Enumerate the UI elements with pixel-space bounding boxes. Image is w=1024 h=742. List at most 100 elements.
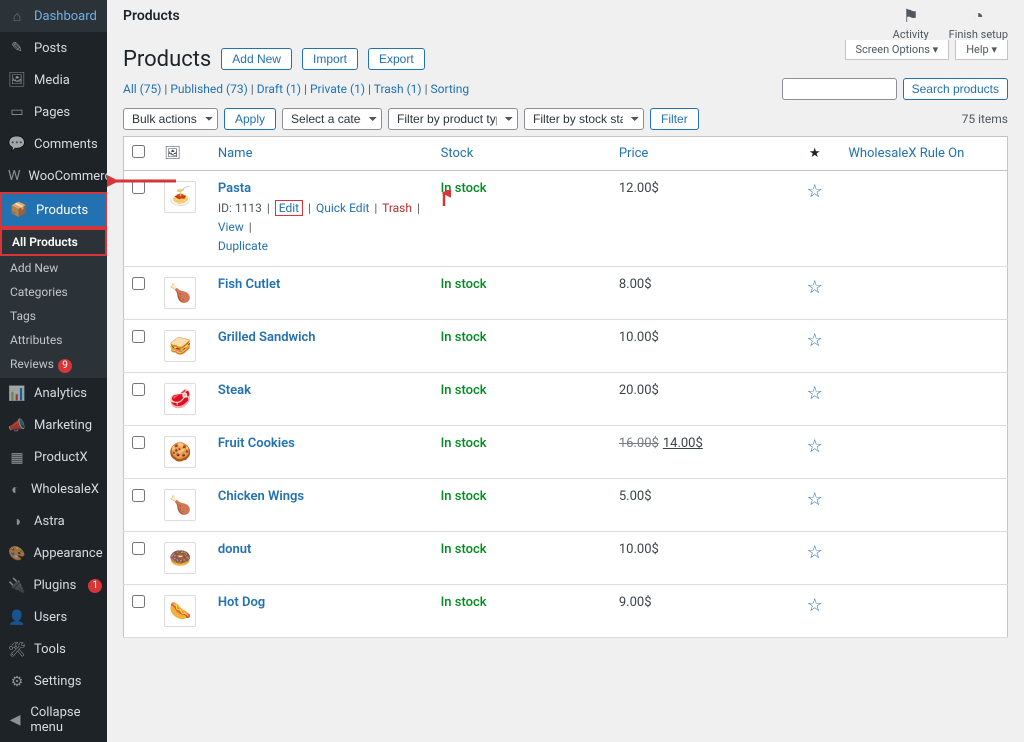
activity-button[interactable]: ⚑Activity bbox=[893, 6, 929, 41]
sidebar-subitem-add-new[interactable]: Add New bbox=[0, 256, 107, 280]
row-action-view[interactable]: View bbox=[218, 220, 244, 234]
sidebar-item-users[interactable]: 👤Users bbox=[0, 602, 107, 634]
row-action-edit[interactable]: Edit bbox=[275, 200, 303, 216]
row-checkbox[interactable] bbox=[132, 595, 145, 608]
apply-button[interactable]: Apply bbox=[224, 108, 276, 130]
row-checkbox[interactable] bbox=[132, 489, 145, 502]
settings-icon: ⚙ bbox=[8, 673, 26, 691]
sidebar-subitem-tags[interactable]: Tags bbox=[0, 304, 107, 328]
filter-private[interactable]: Private (1) bbox=[310, 82, 365, 96]
filter-published[interactable]: Published (73) bbox=[170, 82, 247, 96]
row-checkbox[interactable] bbox=[132, 181, 145, 194]
product-name-link[interactable]: Fish Cutlet bbox=[218, 277, 281, 292]
sidebar-subitem-categories[interactable]: Categories bbox=[0, 280, 107, 304]
wholesalex-rule-cell bbox=[840, 585, 1007, 638]
product-thumbnail[interactable]: 🍗 bbox=[164, 489, 196, 521]
select-all-checkbox[interactable] bbox=[132, 145, 145, 158]
sidebar-item-appearance[interactable]: 🎨Appearance bbox=[0, 538, 107, 570]
import-button[interactable]: Import bbox=[302, 48, 358, 70]
featured-star[interactable]: ☆ bbox=[807, 383, 823, 404]
sidebar-item-settings[interactable]: ⚙Settings bbox=[0, 666, 107, 698]
product-thumbnail[interactable]: 🥩 bbox=[164, 383, 196, 415]
sidebar-item-posts[interactable]: ✎Posts bbox=[0, 32, 107, 64]
add-new-button[interactable]: Add New bbox=[221, 48, 292, 70]
category-select[interactable]: Select a category bbox=[282, 108, 382, 130]
sidebar-item-products[interactable]: 📦Products bbox=[0, 192, 107, 228]
row-action-duplicate[interactable]: Duplicate bbox=[218, 239, 268, 253]
product-thumbnail[interactable]: 🌭 bbox=[164, 595, 196, 627]
sidebar-item-media[interactable]: 🖼Media bbox=[0, 64, 107, 96]
row-action-trash[interactable]: Trash bbox=[382, 201, 412, 215]
product-price: 20.00$ bbox=[619, 383, 659, 398]
featured-star[interactable]: ☆ bbox=[807, 542, 823, 563]
table-row: 🍗Chicken WingsIn stock5.00$☆ bbox=[124, 479, 1008, 532]
product-name-link[interactable]: Chicken Wings bbox=[218, 489, 304, 504]
sidebar-subitem-all-products[interactable]: All Products bbox=[0, 228, 107, 256]
row-checkbox[interactable] bbox=[132, 330, 145, 343]
sidebar-item-collapse-menu[interactable]: ◀Collapse menu bbox=[0, 698, 107, 742]
filter-sorting[interactable]: Sorting bbox=[431, 82, 470, 96]
table-row: 🥩SteakIn stock20.00$☆ bbox=[124, 373, 1008, 426]
row-action-quick-edit[interactable]: Quick Edit bbox=[316, 201, 369, 215]
product-name-link[interactable]: donut bbox=[218, 542, 252, 557]
sidebar-item-astra[interactable]: ◑Astra bbox=[0, 506, 107, 538]
featured-star[interactable]: ☆ bbox=[807, 436, 823, 457]
help-tab[interactable]: Help ▾ bbox=[955, 40, 1008, 60]
finish-setup-button[interactable]: ◔Finish setup bbox=[949, 6, 1008, 41]
sidebar-subitem-attributes[interactable]: Attributes bbox=[0, 328, 107, 352]
filter-all[interactable]: All (75) bbox=[123, 82, 161, 96]
row-checkbox[interactable] bbox=[132, 383, 145, 396]
featured-star[interactable]: ☆ bbox=[807, 181, 823, 202]
product-name-link[interactable]: Hot Dog bbox=[218, 595, 265, 610]
col-name[interactable]: Name bbox=[210, 136, 433, 170]
export-button[interactable]: Export bbox=[368, 48, 425, 70]
product-name-link[interactable]: Pasta bbox=[218, 181, 251, 196]
col-price[interactable]: Price bbox=[611, 136, 789, 170]
search-button[interactable]: Search products bbox=[903, 78, 1008, 100]
filter-draft[interactable]: Draft (1) bbox=[257, 82, 301, 96]
sidebar-item-woocommerce[interactable]: WWooCommerce bbox=[0, 160, 107, 192]
sidebar-item-plugins[interactable]: 🔌Plugins1 bbox=[0, 570, 107, 602]
sidebar-item-tools[interactable]: 🛠Tools bbox=[0, 634, 107, 666]
featured-star[interactable]: ☆ bbox=[807, 330, 823, 351]
col-image[interactable]: 🖼 bbox=[156, 136, 209, 170]
sidebar-item-comments[interactable]: 💬Comments bbox=[0, 128, 107, 160]
featured-star[interactable]: ☆ bbox=[807, 277, 823, 298]
product-thumbnail[interactable]: 🍪 bbox=[164, 436, 196, 468]
row-checkbox[interactable] bbox=[132, 436, 145, 449]
sidebar-item-label: Comments bbox=[34, 137, 98, 152]
product-thumbnail[interactable]: 🍝 bbox=[164, 181, 196, 213]
stock-status-select[interactable]: Filter by stock status bbox=[524, 108, 644, 130]
sidebar-item-wholesalex[interactable]: ◐WholesaleX bbox=[0, 474, 107, 506]
bulk-actions-select[interactable]: Bulk actions bbox=[123, 108, 218, 130]
sidebar-item-label: Collapse menu bbox=[30, 705, 99, 735]
col-stock[interactable]: Stock bbox=[433, 136, 611, 170]
product-type-select[interactable]: Filter by product type bbox=[388, 108, 518, 130]
row-checkbox[interactable] bbox=[132, 542, 145, 555]
col-featured[interactable]: ★ bbox=[789, 136, 840, 170]
sidebar-item-label: Users bbox=[34, 610, 67, 625]
screen-options-tab[interactable]: Screen Options ▾ bbox=[845, 40, 950, 60]
product-name-link[interactable]: Steak bbox=[218, 383, 251, 398]
sidebar-item-analytics[interactable]: 📊Analytics bbox=[0, 378, 107, 410]
sidebar-item-marketing[interactable]: 📣Marketing bbox=[0, 410, 107, 442]
sidebar-item-pages[interactable]: ▭Pages bbox=[0, 96, 107, 128]
wholesalex-rule-cell bbox=[840, 426, 1007, 479]
row-checkbox[interactable] bbox=[132, 277, 145, 290]
product-name-link[interactable]: Grilled Sandwich bbox=[218, 330, 316, 345]
sidebar-subitem-reviews[interactable]: Reviews9 bbox=[0, 352, 107, 378]
table-row: 🍗Fish CutletIn stock8.00$☆ bbox=[124, 267, 1008, 320]
sidebar-item-dashboard[interactable]: ⌂Dashboard bbox=[0, 0, 107, 32]
filter-trash[interactable]: Trash (1) bbox=[374, 82, 422, 96]
plugins-icon: 🔌 bbox=[8, 577, 25, 595]
product-thumbnail[interactable]: 🥪 bbox=[164, 330, 196, 362]
featured-star[interactable]: ☆ bbox=[807, 489, 823, 510]
product-thumbnail[interactable]: 🍩 bbox=[164, 542, 196, 574]
sidebar-item-productx[interactable]: ▦ProductX bbox=[0, 442, 107, 474]
search-input[interactable] bbox=[782, 78, 897, 100]
featured-star[interactable]: ☆ bbox=[807, 595, 823, 616]
product-thumbnail[interactable]: 🍗 bbox=[164, 277, 196, 309]
product-name-link[interactable]: Fruit Cookies bbox=[218, 436, 295, 451]
posts-icon: ✎ bbox=[8, 39, 26, 57]
filter-button[interactable]: Filter bbox=[650, 108, 699, 130]
